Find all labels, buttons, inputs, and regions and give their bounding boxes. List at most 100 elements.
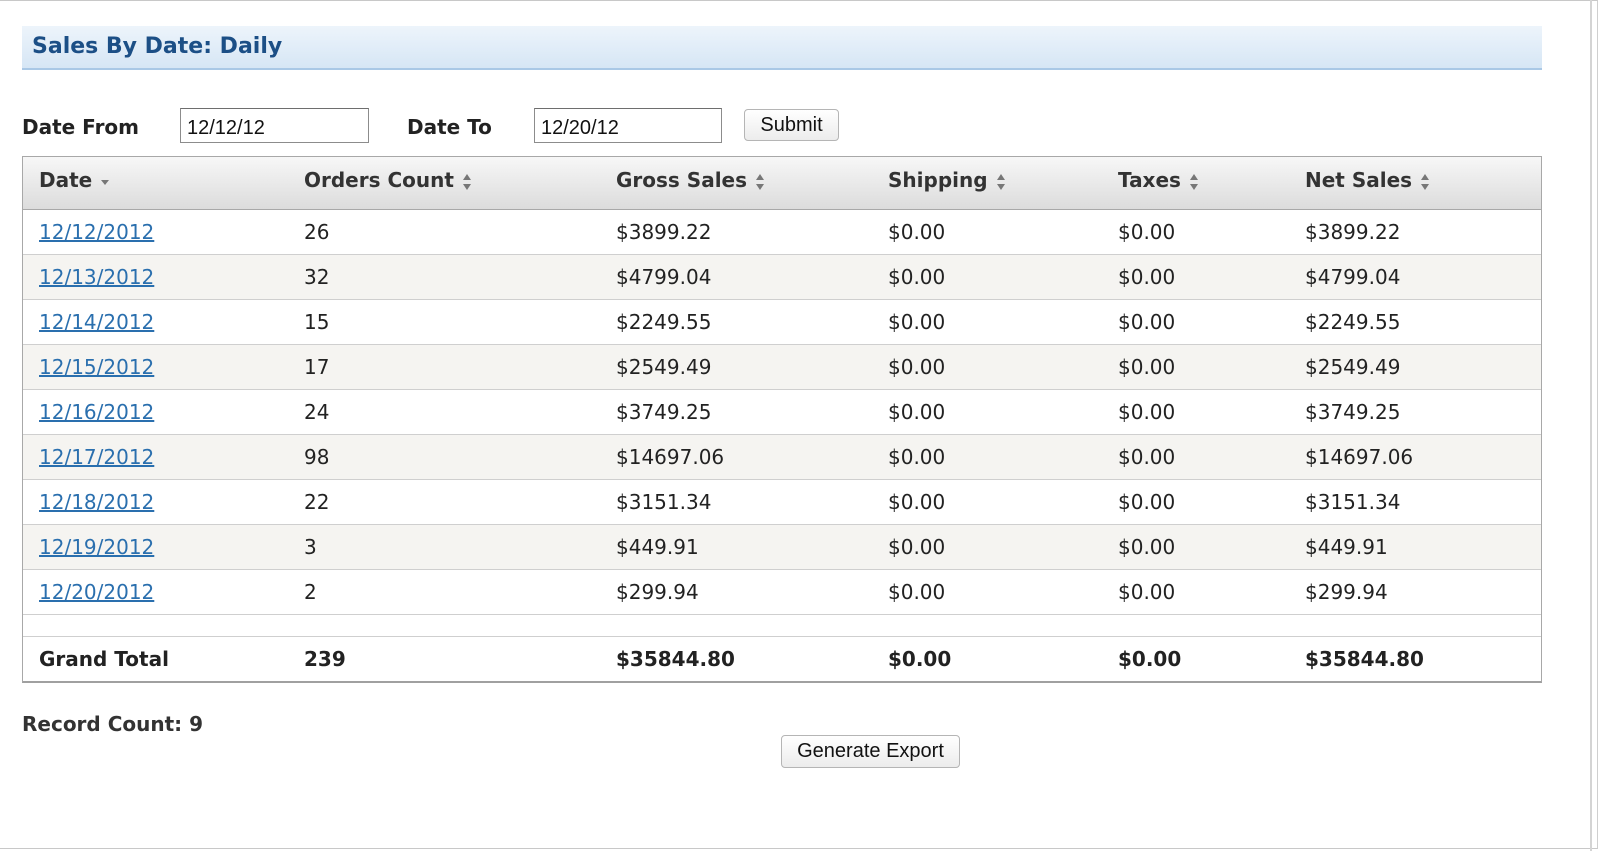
column-header-shipping[interactable]: Shipping: [888, 168, 1006, 192]
table-row: 12/17/2012 98 $14697.06 $0.00 $0.00 $146…: [23, 435, 1541, 480]
orders-count-cell: 3: [304, 535, 317, 559]
table-row: 12/20/2012 2 $299.94 $0.00 $0.00 $299.94: [23, 570, 1541, 615]
taxes-cell: $0.00: [1118, 445, 1176, 469]
shipping-cell: $0.00: [888, 445, 946, 469]
grand-total-row: Grand Total 239 $35844.80 $0.00 $0.00 $3…: [23, 637, 1541, 682]
orders-count-cell: 98: [304, 445, 330, 469]
net-sales-cell: $3899.22: [1305, 220, 1401, 244]
taxes-cell: $0.00: [1118, 310, 1176, 334]
orders-count-cell: 24: [304, 400, 330, 424]
gross-sales-cell: $299.94: [616, 580, 699, 604]
gross-sales-cell: $3899.22: [616, 220, 712, 244]
sort-both-icon: [996, 173, 1005, 190]
date-to-label: Date To: [407, 115, 492, 139]
orders-count-cell: 26: [304, 220, 330, 244]
orders-count-cell: 2: [304, 580, 317, 604]
gross-sales-cell: $449.91: [616, 535, 699, 559]
taxes-cell: $0.00: [1118, 400, 1176, 424]
date-from-label: Date From: [22, 115, 140, 139]
date-to-input[interactable]: [534, 108, 722, 143]
date-from-input[interactable]: [180, 108, 369, 143]
column-header-net-sales[interactable]: Net Sales: [1305, 168, 1430, 192]
shipping-cell: $0.00: [888, 490, 946, 514]
record-count: Record Count: 9: [22, 712, 204, 736]
sort-both-icon: [462, 173, 471, 190]
column-header-label: Orders Count: [304, 168, 454, 192]
sort-both-icon: [1421, 173, 1430, 190]
sort-desc-icon: [101, 179, 110, 185]
net-sales-cell: $2549.49: [1305, 355, 1401, 379]
orders-count-cell: 32: [304, 265, 330, 289]
sort-both-icon: [756, 173, 765, 190]
date-link[interactable]: 12/14/2012: [39, 310, 154, 334]
gross-sales-cell: $3151.34: [616, 490, 712, 514]
shipping-cell: $0.00: [888, 310, 946, 334]
column-header-taxes[interactable]: Taxes: [1118, 168, 1199, 192]
date-link[interactable]: 12/12/2012: [39, 220, 154, 244]
net-sales-cell: $14697.06: [1305, 445, 1414, 469]
column-header-label: Gross Sales: [616, 168, 748, 192]
sales-table: Date Orders Count Gross Sales Shipping T…: [22, 156, 1542, 683]
title-bar: Sales By Date: Daily: [22, 26, 1542, 70]
total-gross-sales: $35844.80: [616, 647, 735, 671]
table-row: 12/19/2012 3 $449.91 $0.00 $0.00 $449.91: [23, 525, 1541, 570]
net-sales-cell: $299.94: [1305, 580, 1388, 604]
taxes-cell: $0.00: [1118, 580, 1176, 604]
date-link[interactable]: 12/17/2012: [39, 445, 154, 469]
submit-button[interactable]: Submit: [744, 109, 839, 141]
column-header-gross-sales[interactable]: Gross Sales: [616, 168, 765, 192]
column-header-label: Taxes: [1118, 168, 1181, 192]
taxes-cell: $0.00: [1118, 355, 1176, 379]
gross-sales-cell: $2249.55: [616, 310, 712, 334]
shipping-cell: $0.00: [888, 535, 946, 559]
scrollbar-edge: [1590, 0, 1592, 851]
net-sales-cell: $3151.34: [1305, 490, 1401, 514]
net-sales-cell: $3749.25: [1305, 400, 1401, 424]
shipping-cell: $0.00: [888, 265, 946, 289]
date-link[interactable]: 12/13/2012: [39, 265, 154, 289]
shipping-cell: $0.00: [888, 355, 946, 379]
table-header: Date Orders Count Gross Sales Shipping T…: [23, 157, 1541, 210]
column-header-label: Date: [39, 168, 93, 192]
gross-sales-cell: $2549.49: [616, 355, 712, 379]
shipping-cell: $0.00: [888, 400, 946, 424]
gross-sales-cell: $3749.25: [616, 400, 712, 424]
sort-both-icon: [1189, 173, 1198, 190]
taxes-cell: $0.00: [1118, 490, 1176, 514]
total-taxes: $0.00: [1118, 647, 1182, 671]
table-row: 12/14/2012 15 $2249.55 $0.00 $0.00 $2249…: [23, 300, 1541, 345]
spacer-row: [23, 614, 1541, 637]
column-header-label: Shipping: [888, 168, 988, 192]
taxes-cell: $0.00: [1118, 220, 1176, 244]
total-shipping: $0.00: [888, 647, 952, 671]
date-link[interactable]: 12/18/2012: [39, 490, 154, 514]
gross-sales-cell: $4799.04: [616, 265, 712, 289]
table-row: 12/15/2012 17 $2549.49 $0.00 $0.00 $2549…: [23, 345, 1541, 390]
orders-count-cell: 17: [304, 355, 330, 379]
date-link[interactable]: 12/20/2012: [39, 580, 154, 604]
orders-count-cell: 15: [304, 310, 330, 334]
page-title: Sales By Date: Daily: [32, 34, 283, 59]
date-link[interactable]: 12/16/2012: [39, 400, 154, 424]
shipping-cell: $0.00: [888, 580, 946, 604]
taxes-cell: $0.00: [1118, 535, 1176, 559]
column-header-date[interactable]: Date: [39, 168, 110, 192]
grand-total-label: Grand Total: [39, 647, 169, 671]
table-row: 12/18/2012 22 $3151.34 $0.00 $0.00 $3151…: [23, 480, 1541, 525]
date-link[interactable]: 12/19/2012: [39, 535, 154, 559]
shipping-cell: $0.00: [888, 220, 946, 244]
net-sales-cell: $2249.55: [1305, 310, 1401, 334]
generate-export-button[interactable]: Generate Export: [781, 735, 960, 768]
column-header-orders-count[interactable]: Orders Count: [304, 168, 472, 192]
gross-sales-cell: $14697.06: [616, 445, 725, 469]
table-row: 12/16/2012 24 $3749.25 $0.00 $0.00 $3749…: [23, 390, 1541, 435]
net-sales-cell: $4799.04: [1305, 265, 1401, 289]
total-orders-count: 239: [304, 647, 346, 671]
taxes-cell: $0.00: [1118, 265, 1176, 289]
net-sales-cell: $449.91: [1305, 535, 1388, 559]
date-link[interactable]: 12/15/2012: [39, 355, 154, 379]
table-row: 12/13/2012 32 $4799.04 $0.00 $0.00 $4799…: [23, 255, 1541, 300]
total-net-sales: $35844.80: [1305, 647, 1424, 671]
orders-count-cell: 22: [304, 490, 330, 514]
table-row: 12/12/2012 26 $3899.22 $0.00 $0.00 $3899…: [23, 210, 1541, 255]
